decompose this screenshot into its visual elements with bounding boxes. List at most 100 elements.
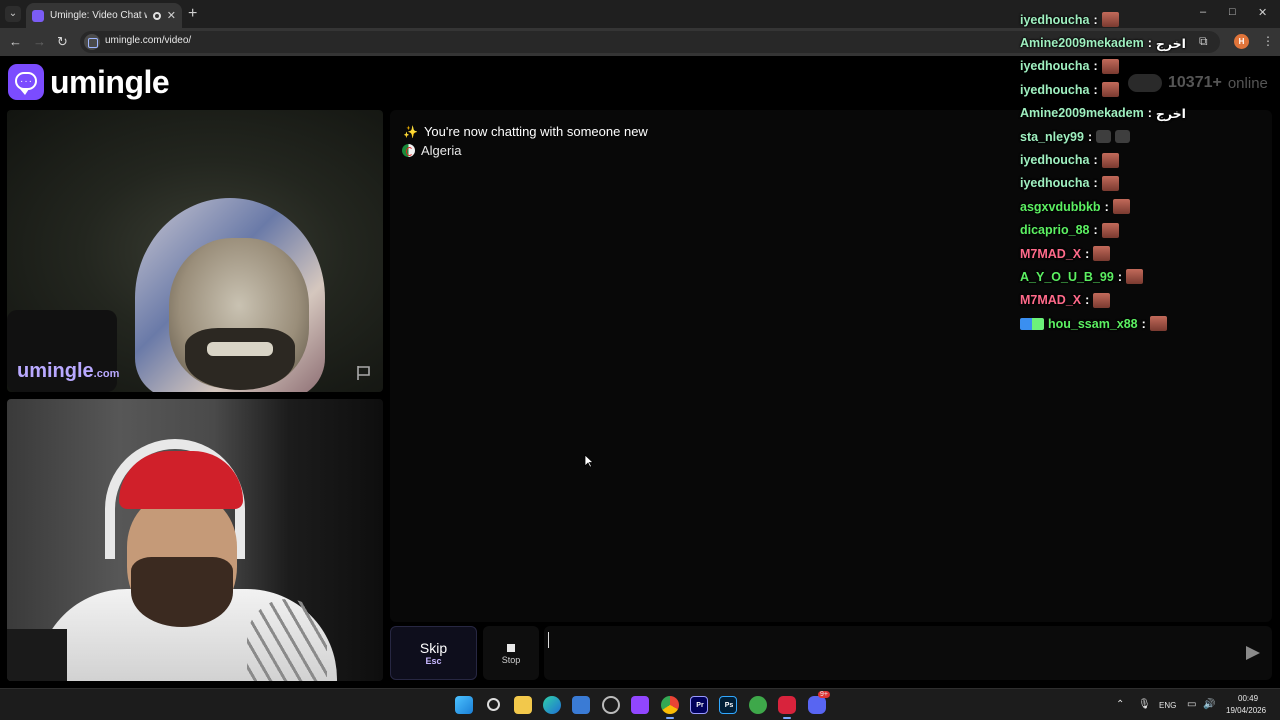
user-badge-icon	[1020, 317, 1044, 330]
skip-label: Skip	[419, 640, 448, 656]
overlay-chat-message: iyedhoucha:	[1020, 78, 1275, 101]
overlay-username: iyedhoucha	[1020, 59, 1090, 74]
chat-emote-icon	[1149, 316, 1167, 332]
new-tab-button[interactable]: +	[188, 5, 197, 23]
chat-emote-icon	[1101, 152, 1119, 168]
overlay-separator: :	[1093, 59, 1098, 74]
overlay-chat-message: iyedhoucha:	[1020, 172, 1275, 195]
overlay-username: A_Y_O_U_B_99	[1020, 269, 1114, 284]
overlay-chat-message: iyedhoucha:	[1020, 8, 1275, 31]
edge-browser-icon[interactable]	[543, 696, 561, 714]
overlay-separator: :	[1147, 36, 1152, 51]
report-flag-icon[interactable]	[355, 364, 373, 382]
message-input[interactable]	[544, 626, 1272, 680]
overlay-separator: :	[1085, 246, 1090, 261]
url-text[interactable]: umingle.com/video/	[105, 35, 191, 46]
self-video	[7, 399, 383, 681]
stranger-video: umingle.com	[7, 110, 383, 392]
algeria-flag-icon	[402, 144, 415, 157]
logo-text: umingle	[50, 63, 170, 100]
chat-emote-icon	[1101, 12, 1119, 28]
back-arrow-icon[interactable]: ←	[9, 34, 22, 49]
system-message-text: You're now chatting with someone new	[423, 124, 648, 139]
chat-emote-icon	[1096, 130, 1112, 144]
overlay-message-text: اخرج	[1155, 36, 1186, 51]
overlay-chat-message: asgxvdubbkb:	[1020, 195, 1275, 218]
language-indicator[interactable]: ENG	[1159, 701, 1176, 710]
umingle-logo[interactable]: ··· umingle	[8, 63, 170, 101]
network-icon[interactable]: ▭	[1187, 699, 1196, 710]
chat-emote-icon	[1115, 130, 1131, 144]
twitch-icon[interactable]	[631, 696, 649, 714]
store-icon[interactable]	[572, 696, 590, 714]
overlay-chat-message: A_Y_O_U_B_99:	[1020, 265, 1275, 288]
tab-close-icon[interactable]: ✕	[167, 9, 176, 22]
overlay-chat-message: hou_ssam_x88:	[1020, 312, 1275, 335]
clock-time[interactable]: 00:49	[1238, 694, 1258, 703]
overlay-separator: :	[1147, 106, 1152, 121]
stop-label: Stop	[501, 655, 521, 665]
overlay-chat-message: sta_nley99:	[1020, 125, 1275, 148]
overlay-separator: :	[1117, 269, 1122, 284]
file-explorer-icon[interactable]	[514, 696, 532, 714]
forward-arrow-icon[interactable]: →	[33, 34, 46, 49]
screen-recorder-icon[interactable]	[778, 696, 796, 714]
tab-search-button[interactable]: ⌄	[5, 6, 21, 22]
overlay-username: hou_ssam_x88	[1048, 316, 1138, 331]
overlay-username: Amine2009mekadem	[1020, 106, 1144, 121]
country-name: Algeria	[421, 143, 462, 158]
umingle-favicon-icon	[32, 9, 44, 22]
overlay-chat-message: M7MAD_X:	[1020, 289, 1275, 312]
microphone-icon[interactable]: 🎙	[1138, 699, 1151, 710]
stream-chat-overlay: iyedhoucha: Amine2009mekadem: اخرج iyedhouc…	[1020, 8, 1275, 335]
premiere-pro-icon[interactable]: Pr	[690, 696, 708, 714]
overlay-chat-message: iyedhoucha:	[1020, 148, 1275, 171]
overlay-chat-message: Amine2009mekadem: اخرج	[1020, 31, 1275, 54]
clock-date[interactable]: 19/04/2026	[1226, 706, 1266, 715]
skip-shortcut: Esc	[425, 656, 442, 666]
volume-icon[interactable]: 🔊	[1203, 699, 1215, 710]
chat-bubble-logo-icon: ···	[8, 64, 44, 100]
recording-indicator-icon	[152, 11, 161, 20]
overlay-username: asgxvdubbkb	[1020, 199, 1101, 214]
overlay-chat-message: Amine2009mekadem: اخرج	[1020, 102, 1275, 125]
utorrent-icon[interactable]	[749, 696, 767, 714]
windows-taskbar: Pr Ps 9+ ⌃ 🎙 ENG ▭ 🔊 00:49 19/04/2026	[0, 688, 1280, 720]
chrome-icon[interactable]	[661, 696, 679, 714]
photoshop-icon[interactable]: Ps	[719, 696, 737, 714]
chat-emote-icon	[1112, 199, 1130, 215]
chat-emote-icon	[1093, 246, 1111, 262]
overlay-separator: :	[1141, 316, 1146, 331]
overlay-separator: :	[1093, 82, 1098, 97]
site-info-icon[interactable]	[84, 34, 100, 50]
overlay-username: iyedhoucha	[1020, 82, 1090, 97]
tab-title: Umingle: Video Chat with S	[50, 10, 147, 21]
tray-chevron-icon[interactable]: ⌃	[1116, 699, 1124, 710]
country-info: Algeria	[402, 143, 461, 158]
discord-icon[interactable]	[808, 696, 826, 714]
discord-badge: 9+	[818, 691, 830, 698]
overlay-username: M7MAD_X	[1020, 293, 1082, 308]
reload-icon[interactable]: ↻	[57, 34, 68, 50]
sparkle-icon: ✨	[403, 124, 418, 139]
send-icon[interactable]	[1246, 646, 1260, 660]
stop-icon	[507, 644, 515, 652]
search-icon[interactable]	[487, 698, 500, 711]
chat-emote-icon	[1101, 175, 1119, 191]
overlay-separator: :	[1087, 129, 1093, 144]
overlay-username: iyedhoucha	[1020, 176, 1090, 191]
overlay-separator: :	[1093, 223, 1098, 238]
stop-button[interactable]: Stop	[483, 626, 539, 680]
overlay-separator: :	[1093, 12, 1098, 27]
overlay-username: M7MAD_X	[1020, 246, 1082, 261]
chat-emote-icon	[1101, 58, 1119, 74]
video-watermark: umingle.com	[17, 360, 120, 382]
windows-start-icon[interactable]	[455, 696, 473, 714]
skip-button[interactable]: Skip Esc	[390, 626, 477, 680]
text-caret	[548, 632, 549, 648]
overlay-username: iyedhoucha	[1020, 12, 1090, 27]
browser-tab[interactable]: Umingle: Video Chat with S ✕	[26, 3, 182, 28]
overlay-chat-message: dicaprio_88:	[1020, 219, 1275, 242]
settings-icon[interactable]	[602, 696, 620, 714]
overlay-username: dicaprio_88	[1020, 223, 1090, 238]
